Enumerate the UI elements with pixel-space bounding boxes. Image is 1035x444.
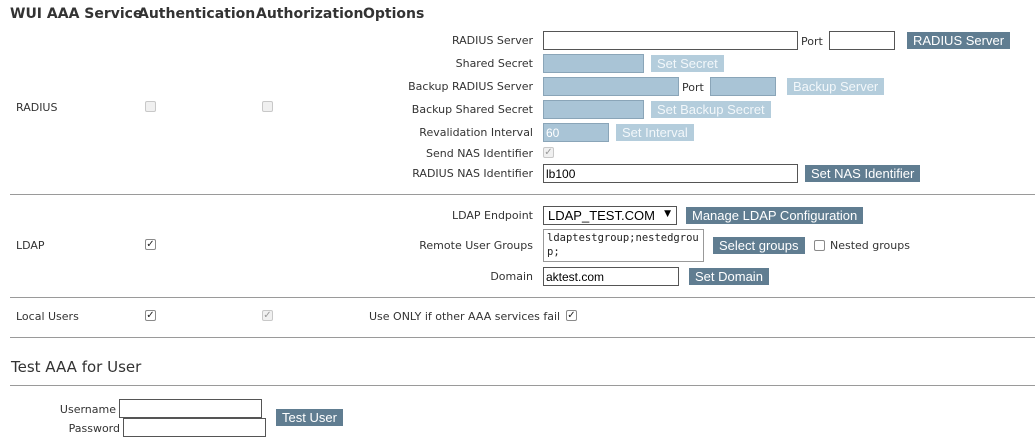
remote-user-groups-label: Remote User Groups <box>419 239 533 252</box>
ldap-endpoint-select[interactable]: LDAP_TEST.COM ▼ <box>543 206 677 225</box>
nested-groups-label: Nested groups <box>830 239 910 252</box>
radius-row-label: RADIUS <box>16 101 58 114</box>
backup-shared-secret-input[interactable] <box>543 100 644 119</box>
backup-radius-server-label: Backup RADIUS Server <box>408 80 533 93</box>
radius-nas-identifier-label: RADIUS NAS Identifier <box>412 167 533 180</box>
radius-authentication-checkbox[interactable] <box>145 101 156 112</box>
radius-server-button[interactable]: RADIUS Server <box>907 32 1011 49</box>
send-nas-identifier-checkbox[interactable]: ✓ <box>543 147 554 158</box>
set-nas-identifier-button[interactable]: Set NAS Identifier <box>805 165 921 182</box>
nested-groups-checkbox[interactable] <box>814 240 825 251</box>
local-users-authorization-checkbox[interactable]: ✓ <box>262 310 273 321</box>
set-backup-secret-button[interactable]: Set Backup Secret <box>651 101 771 118</box>
radius-port-input[interactable] <box>829 31 895 50</box>
radius-authorization-checkbox[interactable] <box>262 101 273 112</box>
use-only-if-fail-label: Use ONLY if other AAA services fail <box>369 310 561 323</box>
local-users-authentication-checkbox[interactable]: ✓ <box>145 310 156 321</box>
divider <box>10 385 1035 386</box>
radius-server-input[interactable] <box>543 31 798 50</box>
send-nas-identifier-label: Send NAS Identifier <box>426 147 533 160</box>
backup-shared-secret-label: Backup Shared Secret <box>411 103 533 116</box>
revalidation-interval-input[interactable] <box>543 123 609 142</box>
password-input[interactable] <box>123 418 266 437</box>
ldap-endpoint-label: LDAP Endpoint <box>451 209 533 222</box>
backup-port-label: Port <box>682 81 704 94</box>
radius-nas-identifier-input[interactable] <box>543 164 798 183</box>
chevron-down-icon: ▼ <box>664 209 671 219</box>
divider <box>10 337 1035 338</box>
set-secret-button[interactable]: Set Secret <box>651 55 724 72</box>
username-input[interactable] <box>119 399 262 418</box>
select-groups-button[interactable]: Select groups <box>713 237 805 254</box>
set-interval-button[interactable]: Set Interval <box>616 124 694 141</box>
backup-server-button[interactable]: Backup Server <box>787 78 885 95</box>
shared-secret-label: Shared Secret <box>455 57 533 70</box>
tab-authorization[interactable]: Authorization <box>256 6 363 22</box>
radius-port-label: Port <box>801 35 823 48</box>
remote-user-groups-textarea[interactable]: ldaptestgroup;nestedgroup; <box>543 229 704 262</box>
revalidation-interval-label: Revalidation Interval <box>419 126 533 139</box>
local-users-row-label: Local Users <box>16 310 79 323</box>
test-user-button[interactable]: Test User <box>276 409 343 426</box>
use-only-if-fail-checkbox[interactable]: ✓ <box>566 310 577 321</box>
domain-input[interactable] <box>543 267 679 286</box>
password-label: Password <box>68 422 120 435</box>
tab-options[interactable]: Options <box>363 6 424 22</box>
shared-secret-input[interactable] <box>543 54 644 73</box>
set-domain-button[interactable]: Set Domain <box>689 268 769 285</box>
divider <box>10 297 1035 298</box>
backup-radius-server-input[interactable] <box>543 77 679 96</box>
tab-authentication[interactable]: Authentication <box>138 6 255 22</box>
divider <box>10 194 1035 195</box>
tab-wui-aaa-service[interactable]: WUI AAA Service <box>10 6 142 22</box>
test-aaa-title: Test AAA for User <box>11 358 142 376</box>
manage-ldap-configuration-button[interactable]: Manage LDAP Configuration <box>686 207 864 224</box>
backup-port-input[interactable] <box>710 77 776 96</box>
domain-label: Domain <box>490 270 533 283</box>
ldap-endpoint-value: LDAP_TEST.COM <box>548 208 655 223</box>
ldap-authentication-checkbox[interactable]: ✓ <box>145 239 156 250</box>
radius-server-label: RADIUS Server <box>451 34 533 47</box>
ldap-row-label: LDAP <box>16 239 45 252</box>
username-label: Username <box>59 403 116 416</box>
